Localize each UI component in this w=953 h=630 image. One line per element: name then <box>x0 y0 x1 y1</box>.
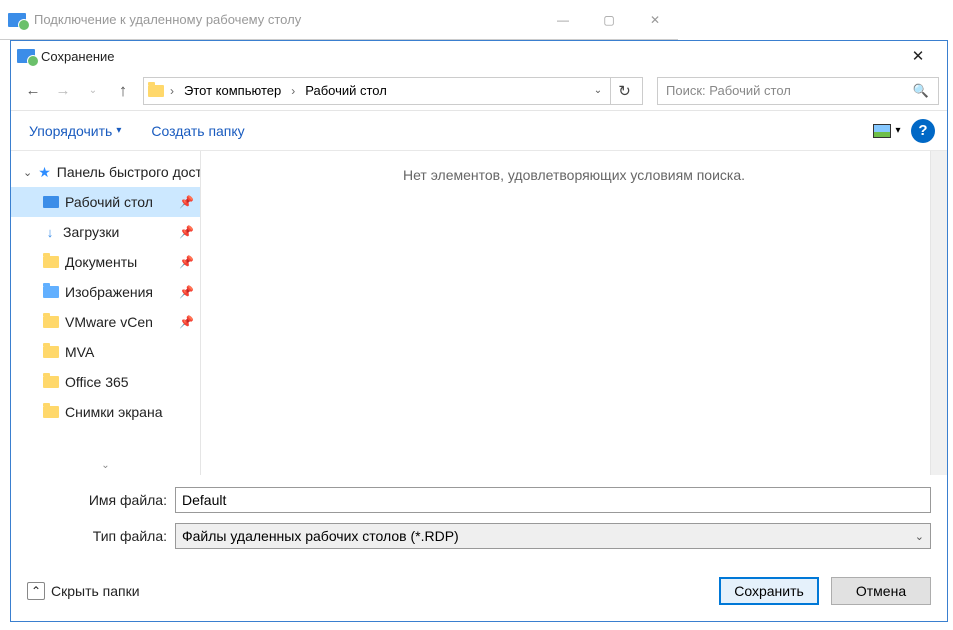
parent-window-title: Подключение к удаленному рабочему столу <box>34 12 301 27</box>
hide-folders-label: Скрыть папки <box>51 583 140 599</box>
parent-window-titlebar: Подключение к удаленному рабочему столу … <box>0 0 678 40</box>
new-folder-label: Создать папку <box>151 123 244 139</box>
pin-icon: 📌 <box>179 195 194 209</box>
recent-dropdown[interactable]: ⌄ <box>79 77 107 105</box>
filetype-combo[interactable]: Файлы удаленных рабочих столов (*.RDP) ⌄ <box>175 523 931 549</box>
cancel-button[interactable]: Отмена <box>831 577 931 605</box>
file-list-area[interactable]: Нет элементов, удовлетворяющих условиям … <box>201 151 947 475</box>
breadcrumb-current[interactable]: Рабочий стол <box>301 80 391 101</box>
chevron-right-icon[interactable]: › <box>164 84 180 98</box>
chevron-down-icon[interactable]: ⌄ <box>23 166 32 179</box>
tree-item-label: VMware vCen <box>65 314 153 330</box>
rdp-icon <box>8 13 26 27</box>
rdp-icon <box>17 49 35 63</box>
tree-item-label: MVA <box>65 344 94 360</box>
folder-icon <box>43 316 59 328</box>
tree-item-label: Документы <box>65 254 137 270</box>
new-folder-button[interactable]: Создать папку <box>145 119 250 143</box>
tree-item-label: Снимки экрана <box>65 404 162 420</box>
tree-quick-access-label: Панель быстрого доступа <box>57 164 200 180</box>
hide-folders-link[interactable]: ⌃ Скрыть папки <box>27 582 140 600</box>
minimize-icon[interactable]: — <box>540 5 586 35</box>
filename-label: Имя файла: <box>27 492 175 508</box>
tree-item-downloads[interactable]: ↓ Загрузки 📌 <box>11 217 200 247</box>
empty-state-message: Нет элементов, удовлетворяющих условиям … <box>403 167 745 183</box>
dialog-titlebar: Сохранение ✕ <box>11 41 947 71</box>
refresh-button[interactable]: ↻ <box>610 77 638 105</box>
desktop-icon <box>43 196 59 208</box>
tree-item-documents[interactable]: Документы 📌 <box>11 247 200 277</box>
folder-icon <box>43 346 59 358</box>
back-button[interactable]: ← <box>19 77 47 105</box>
close-button[interactable]: ✕ <box>895 41 941 71</box>
view-mode-button[interactable]: ▾ <box>869 119 905 143</box>
tree-item-office365[interactable]: Office 365 <box>11 367 200 397</box>
filetype-value: Файлы удаленных рабочих столов (*.RDP) <box>182 528 459 544</box>
chevron-down-icon: ▾ <box>895 125 900 136</box>
view-icon <box>873 124 891 138</box>
dialog-title: Сохранение <box>41 49 115 64</box>
tree-item-pictures[interactable]: Изображения 📌 <box>11 277 200 307</box>
organize-menu[interactable]: Упорядочить ▾ <box>23 119 127 143</box>
maximize-icon[interactable]: ▢ <box>586 5 632 35</box>
filename-input[interactable] <box>175 487 931 513</box>
forward-button: → <box>49 77 77 105</box>
scrollbar[interactable] <box>930 151 947 475</box>
save-dialog: Сохранение ✕ ← → ⌄ ↑ › Этот компьютер › … <box>10 40 948 622</box>
pin-icon: 📌 <box>179 225 194 239</box>
address-bar[interactable]: › Этот компьютер › Рабочий стол ⌄ ↻ <box>143 77 643 105</box>
tree-item-label: Office 365 <box>65 374 129 390</box>
chevron-right-icon[interactable]: › <box>285 84 301 98</box>
save-fields: Имя файла: Тип файла: Файлы удаленных ра… <box>11 475 947 565</box>
search-icon[interactable]: 🔍 <box>910 83 932 99</box>
tree-item-vmware[interactable]: VMware vCen 📌 <box>11 307 200 337</box>
tree-item-screenshots[interactable]: Снимки экрана <box>11 397 200 427</box>
parent-window-controls: — ▢ ✕ <box>540 5 678 35</box>
tree-item-label: Рабочий стол <box>65 194 153 210</box>
help-button[interactable]: ? <box>911 119 935 143</box>
save-button[interactable]: Сохранить <box>719 577 819 605</box>
organize-label: Упорядочить <box>29 123 112 139</box>
chevron-down-icon[interactable]: ⌄ <box>101 460 109 471</box>
folder-icon <box>148 85 164 97</box>
folder-icon <box>43 286 59 298</box>
search-box[interactable]: 🔍 <box>657 77 939 105</box>
search-input[interactable] <box>664 82 910 99</box>
close-icon[interactable]: ✕ <box>632 5 678 35</box>
filetype-label: Тип файла: <box>27 528 175 544</box>
folder-icon <box>43 256 59 268</box>
chevron-up-icon: ⌃ <box>27 582 45 600</box>
star-icon: ★ <box>38 164 51 181</box>
tree-item-desktop[interactable]: Рабочий стол 📌 <box>11 187 200 217</box>
folder-icon <box>43 406 59 418</box>
up-button[interactable]: ↑ <box>109 77 137 105</box>
folder-icon <box>43 376 59 388</box>
pin-icon: 📌 <box>179 285 194 299</box>
navigation-bar: ← → ⌄ ↑ › Этот компьютер › Рабочий стол … <box>11 71 947 111</box>
pin-icon: 📌 <box>179 255 194 269</box>
toolbar: Упорядочить ▾ Создать папку ▾ ? <box>11 111 947 151</box>
tree-item-label: Изображения <box>65 284 153 300</box>
tree-item-label: Загрузки <box>63 224 119 240</box>
tree-item-mva[interactable]: MVA <box>11 337 200 367</box>
navigation-tree[interactable]: ⌄ ★ Панель быстрого доступа Рабочий стол… <box>11 151 201 475</box>
downloads-icon: ↓ <box>43 225 57 239</box>
breadcrumb-root[interactable]: Этот компьютер <box>180 80 285 101</box>
body-area: ⌄ ★ Панель быстрого доступа Рабочий стол… <box>11 151 947 475</box>
chevron-down-icon: ⌄ <box>915 530 924 543</box>
tree-quick-access[interactable]: ⌄ ★ Панель быстрого доступа <box>11 157 200 187</box>
pin-icon: 📌 <box>179 315 194 329</box>
chevron-down-icon: ▾ <box>116 125 121 136</box>
chevron-down-icon[interactable]: ⌄ <box>590 85 606 96</box>
dialog-footer: ⌃ Скрыть папки Сохранить Отмена <box>11 565 947 621</box>
